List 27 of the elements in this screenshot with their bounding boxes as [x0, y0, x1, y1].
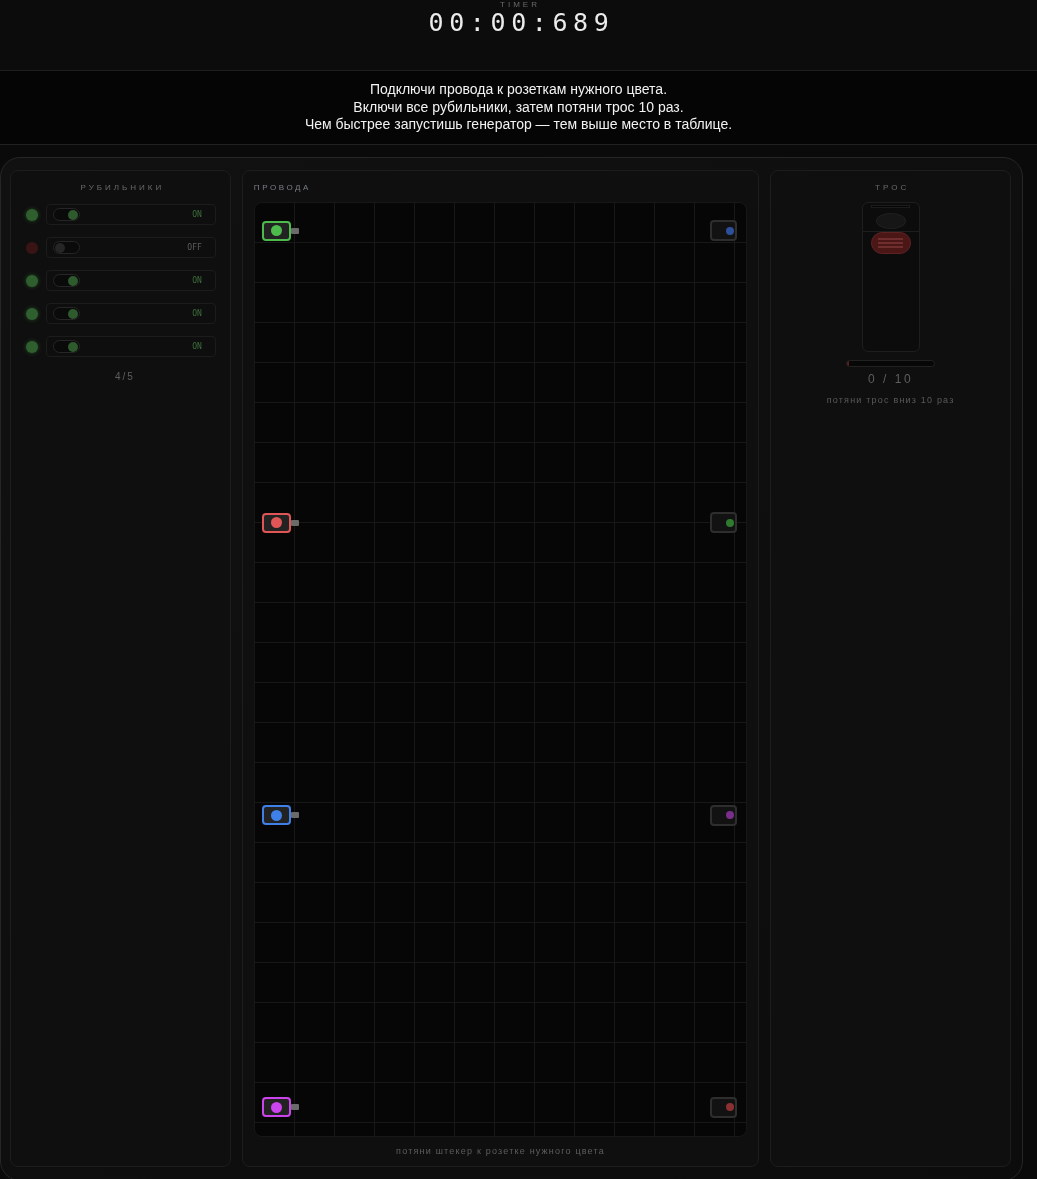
rope-handle[interactable]: [870, 232, 911, 254]
wire-hint: потяни штекер к розетке нужного цвета: [395, 1145, 606, 1157]
pull-counter: 0 / 10: [868, 372, 914, 386]
instruction-line: Чем быстрее запустишь генератор — тем выше место в таблице.: [304, 116, 733, 134]
timer-label: TIMER: [499, 0, 540, 9]
panel-title: РУБИЛЬНИКИ: [79, 183, 166, 193]
instruction-line: Включи все рубильники, затем потяни трос 10 раз.: [353, 98, 684, 116]
switch-state-label: ON: [192, 275, 202, 286]
panel-title: ПРОВОДА: [253, 183, 312, 193]
switch-count: 4/5: [113, 371, 136, 382]
instruction-line: Подключи провода к розеткам нужного цвета.: [369, 81, 668, 99]
wire-plug[interactable]: [261, 220, 299, 241]
switch-state-label: OFF: [187, 242, 202, 253]
switch-state-label: ON: [192, 308, 202, 319]
toggle-switch[interactable]: [53, 307, 80, 320]
panel-title: ТРОС: [874, 183, 910, 193]
toggle-switch[interactable]: [53, 208, 80, 221]
rope-hint: потяни трос вниз 10 раз: [826, 394, 955, 406]
toggle-switch[interactable]: [53, 274, 80, 287]
timer-display: 00:00:689: [427, 9, 615, 37]
toggle-switch[interactable]: [53, 241, 80, 254]
wire-plug[interactable]: [261, 1097, 299, 1118]
wire-plug[interactable]: [261, 512, 299, 533]
switch-state-label: ON: [192, 209, 202, 220]
switch-state-label: ON: [192, 341, 202, 352]
wire-plug[interactable]: [261, 805, 299, 826]
toggle-switch[interactable]: [53, 340, 80, 353]
